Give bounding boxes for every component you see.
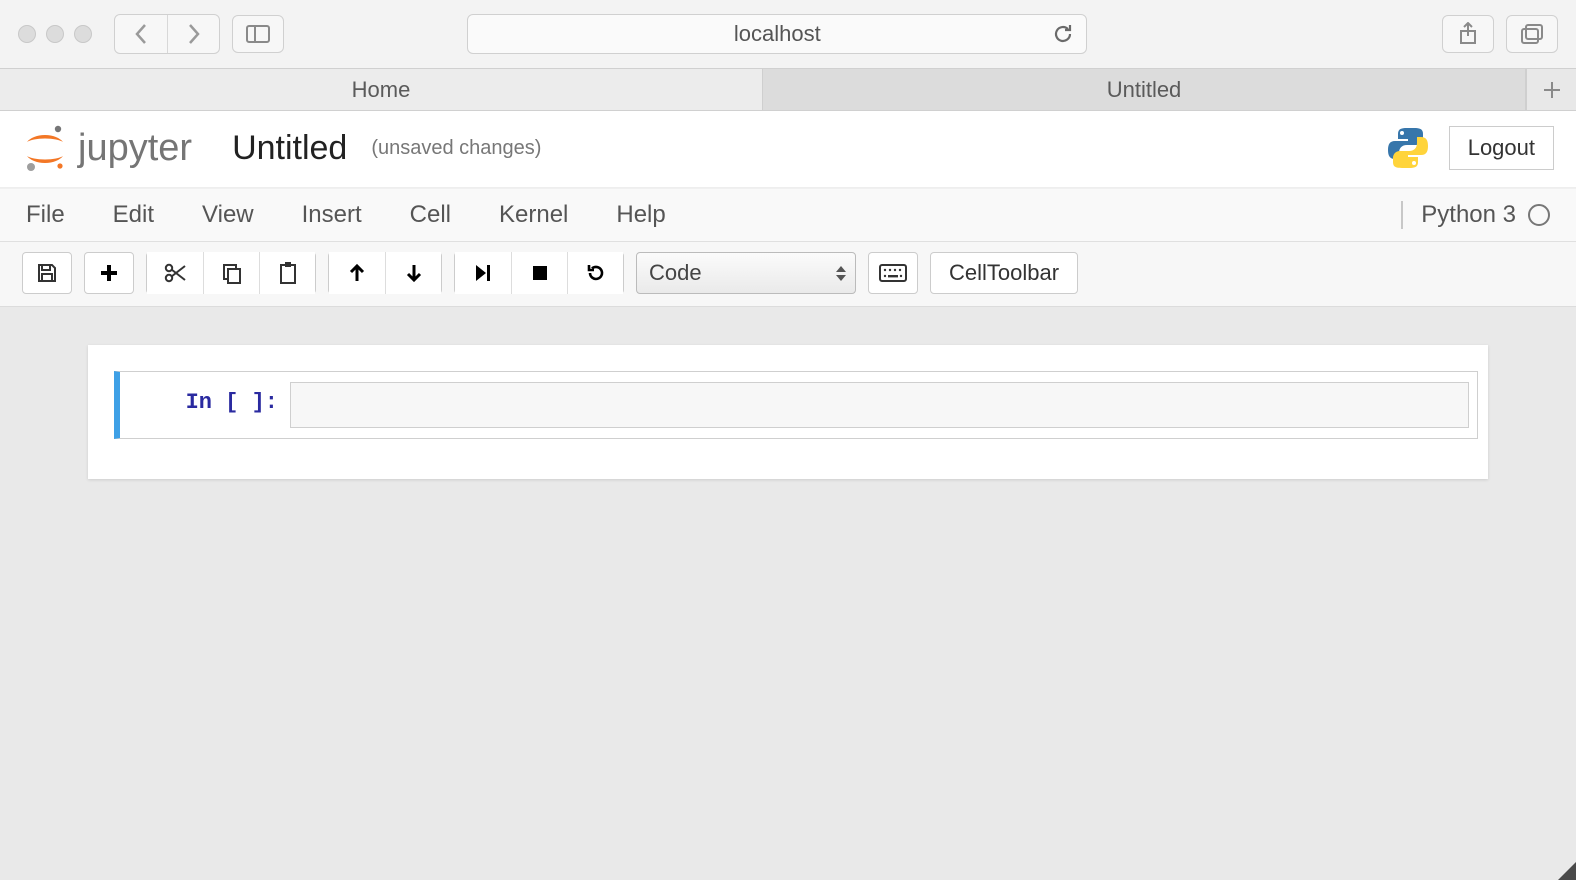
- copy-icon: [221, 262, 243, 284]
- window-controls: [18, 25, 92, 43]
- zoom-window-icon[interactable]: [74, 25, 92, 43]
- menu-view[interactable]: View: [202, 201, 254, 229]
- notebook-header: jupyter Untitled (unsaved changes) Logou…: [0, 111, 1576, 188]
- menubar: File Edit View Insert Cell Kernel Help P…: [0, 188, 1576, 242]
- address-bar[interactable]: localhost: [467, 14, 1087, 54]
- chevron-left-icon: [133, 23, 149, 45]
- menu-kernel[interactable]: Kernel: [499, 201, 568, 229]
- browser-right-controls: [1442, 15, 1558, 53]
- address-text: localhost: [734, 21, 821, 47]
- browser-tabstrip: Home Untitled: [0, 68, 1576, 110]
- stop-icon: [531, 264, 549, 282]
- browser-tab-untitled[interactable]: Untitled: [763, 69, 1526, 110]
- jupyter-logo-icon: [22, 123, 68, 173]
- cell-type-value: Code: [649, 260, 702, 286]
- close-window-icon[interactable]: [18, 25, 36, 43]
- tabs-overview-button[interactable]: [1506, 15, 1558, 53]
- save-status: (unsaved changes): [371, 137, 541, 160]
- share-button[interactable]: [1442, 15, 1494, 53]
- tab-label: Untitled: [1107, 77, 1182, 103]
- step-forward-icon: [474, 263, 492, 283]
- save-button[interactable]: [22, 252, 72, 294]
- tabs-icon: [1521, 24, 1543, 44]
- code-cell[interactable]: In [ ]:: [114, 371, 1478, 439]
- kernel-status-icon: [1528, 204, 1550, 226]
- input-area: [290, 376, 1477, 434]
- move-down-button[interactable]: [385, 252, 441, 294]
- menu-file[interactable]: File: [26, 201, 65, 229]
- cell-type-select[interactable]: Code: [636, 252, 856, 294]
- run-button[interactable]: [455, 252, 511, 294]
- run-group: [454, 252, 624, 294]
- insert-cell-button[interactable]: [84, 252, 134, 294]
- kernel-indicator: Python 3: [1401, 201, 1550, 229]
- input-prompt: In [ ]:: [120, 376, 290, 434]
- arrow-down-icon: [405, 263, 423, 283]
- plus-icon: [99, 263, 119, 283]
- celltoolbar-button[interactable]: CellToolbar: [930, 252, 1078, 294]
- paste-icon: [277, 261, 299, 285]
- menu-help[interactable]: Help: [616, 201, 665, 229]
- clipboard-group: [146, 252, 316, 294]
- keyboard-icon: [879, 264, 907, 282]
- reload-button[interactable]: [1052, 23, 1074, 45]
- arrow-up-icon: [348, 263, 366, 283]
- notebook-area: In [ ]:: [0, 307, 1576, 517]
- nav-buttons: [114, 14, 220, 54]
- browser-tab-home[interactable]: Home: [0, 69, 763, 110]
- copy-button[interactable]: [203, 252, 259, 294]
- interrupt-button[interactable]: [511, 252, 567, 294]
- cut-button[interactable]: [147, 252, 203, 294]
- scissors-icon: [163, 262, 187, 284]
- menu-cell[interactable]: Cell: [410, 201, 451, 229]
- restart-icon: [585, 262, 607, 284]
- move-up-button[interactable]: [329, 252, 385, 294]
- forward-button[interactable]: [167, 15, 219, 53]
- menu-edit[interactable]: Edit: [113, 201, 154, 229]
- resize-handle-icon[interactable]: [1558, 862, 1576, 880]
- kernel-name: Python 3: [1421, 201, 1516, 229]
- restart-button[interactable]: [567, 252, 623, 294]
- python-logo-icon: [1385, 125, 1431, 171]
- new-tab-button[interactable]: [1526, 69, 1576, 110]
- notebook-container: In [ ]:: [88, 345, 1488, 479]
- jupyter-logo-text: jupyter: [78, 127, 192, 170]
- reload-icon: [1052, 23, 1074, 45]
- sidebar-toggle-button[interactable]: [232, 15, 284, 53]
- chevron-right-icon: [186, 23, 202, 45]
- tab-label: Home: [352, 77, 411, 103]
- header-right: Logout: [1385, 125, 1554, 171]
- toolbar: Code CellToolbar: [0, 242, 1576, 307]
- select-caret-icon: [835, 265, 847, 282]
- browser-chrome: localhost Home Untitled: [0, 0, 1576, 111]
- minimize-window-icon[interactable]: [46, 25, 64, 43]
- menu-insert[interactable]: Insert: [302, 201, 362, 229]
- move-group: [328, 252, 442, 294]
- notebook-title[interactable]: Untitled: [232, 129, 347, 168]
- save-icon: [36, 262, 58, 284]
- paste-button[interactable]: [259, 252, 315, 294]
- sidebar-icon: [246, 25, 270, 43]
- command-palette-button[interactable]: [868, 252, 918, 294]
- logout-button[interactable]: Logout: [1449, 126, 1554, 170]
- jupyter-logo[interactable]: jupyter: [22, 123, 192, 173]
- share-icon: [1458, 22, 1478, 46]
- jupyter-page: jupyter Untitled (unsaved changes) Logou…: [0, 111, 1576, 307]
- back-button[interactable]: [115, 15, 167, 53]
- plus-icon: [1543, 81, 1561, 99]
- code-input[interactable]: [290, 382, 1469, 428]
- browser-toolbar: localhost: [0, 0, 1576, 68]
